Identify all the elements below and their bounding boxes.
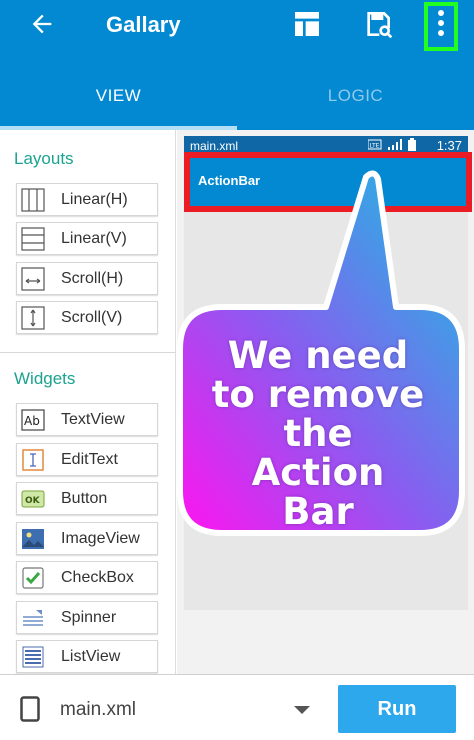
palette-item-label: ListView (61, 648, 121, 665)
tab-view[interactable]: VIEW (0, 56, 237, 130)
annotation-line: the (283, 412, 353, 455)
widget-palette: Layouts Linear(H) Linear(V) Scroll(H) Sc… (0, 130, 176, 674)
status-signal-battery-icon: LTE (368, 138, 416, 151)
palette-item-label: Spinner (61, 609, 117, 626)
palette-item-edittext[interactable]: EditText (16, 443, 158, 476)
palette-item-scroll-v[interactable]: Scroll(V) (16, 301, 158, 334)
widgets-section-title: Widgets (14, 369, 76, 388)
scroll-horizontal-icon (21, 267, 45, 291)
checkbox-icon (22, 567, 44, 589)
linear-vertical-icon (21, 227, 45, 251)
layout-icon[interactable] (291, 8, 323, 40)
svg-text:LTE: LTE (370, 143, 380, 150)
annotation-line: Action (251, 451, 385, 494)
app-title: Gallary (106, 12, 181, 37)
run-button[interactable]: Run (338, 685, 456, 733)
palette-item-label: Scroll(V) (61, 309, 123, 326)
palette-item-label: EditText (61, 451, 118, 468)
palette-item-scroll-h[interactable]: Scroll(H) (16, 262, 158, 295)
palette-item-listview[interactable]: ListView (16, 640, 158, 673)
status-time: 1:37 (436, 138, 462, 153)
svg-text:Ab: Ab (24, 414, 40, 428)
annotation-line: We need (227, 334, 409, 377)
layouts-section-title: Layouts (14, 149, 74, 168)
tab-logic[interactable]: LOGIC (237, 56, 474, 130)
imageview-icon (22, 529, 44, 549)
tab-bar: VIEW LOGIC (0, 56, 474, 130)
scroll-vertical-icon (21, 306, 45, 330)
linear-horizontal-icon (21, 188, 45, 212)
palette-item-label: Linear(V) (61, 230, 127, 247)
textview-icon: Ab (21, 409, 45, 431)
annotation-line: Bar (282, 490, 354, 533)
svg-text:OK: OK (25, 496, 41, 506)
app-bar: Gallary (0, 0, 474, 56)
palette-item-button[interactable]: OK Button (16, 482, 158, 515)
palette-item-linear-v[interactable]: Linear(V) (16, 222, 158, 255)
overflow-menu-icon[interactable] (425, 7, 457, 39)
palette-item-label: TextView (61, 411, 125, 428)
annotation-text: We need to remove the Action Bar (183, 336, 453, 531)
palette-item-textview[interactable]: Ab TextView (16, 403, 158, 436)
palette-item-linear-h[interactable]: Linear(H) (16, 183, 158, 216)
palette-item-spinner[interactable]: Spinner (16, 601, 158, 634)
button-icon: OK (21, 490, 45, 508)
section-divider (0, 352, 175, 353)
palette-item-label: Button (61, 490, 108, 507)
palette-item-label: CheckBox (61, 569, 134, 586)
back-arrow-icon[interactable] (28, 10, 56, 38)
bottom-bar: main.xml Run (0, 674, 474, 740)
device-icon (20, 696, 40, 722)
chevron-down-icon[interactable] (294, 706, 310, 714)
edittext-icon (22, 449, 44, 471)
spinner-icon (23, 610, 43, 626)
palette-item-checkbox[interactable]: CheckBox (16, 561, 158, 594)
palette-item-imageview[interactable]: ImageView (16, 522, 158, 555)
palette-item-label: ImageView (61, 530, 140, 547)
palette-item-label: Linear(H) (61, 191, 128, 208)
save-icon[interactable] (362, 8, 394, 40)
listview-icon (22, 646, 44, 668)
annotation-line: to remove (211, 373, 425, 416)
palette-item-label: Scroll(H) (61, 270, 124, 287)
file-selector[interactable]: main.xml (60, 699, 136, 721)
status-file-name: main.xml (190, 139, 239, 153)
